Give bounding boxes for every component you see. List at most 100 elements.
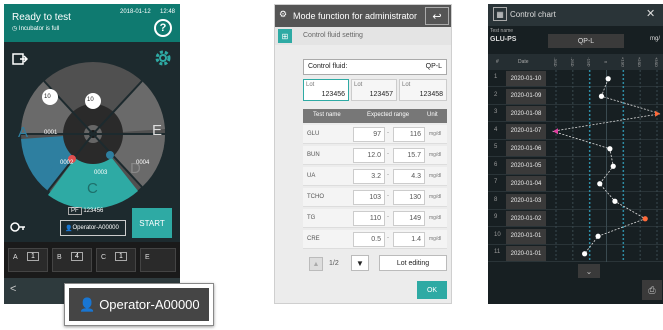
close-icon[interactable]: ✕ bbox=[646, 7, 655, 20]
range-high-input[interactable]: 130 bbox=[393, 190, 425, 205]
user-icon: 👤 bbox=[79, 296, 96, 312]
chart-title: Control chart bbox=[510, 10, 556, 19]
data-point[interactable] bbox=[642, 216, 648, 222]
page-indicator: 1/2 bbox=[329, 260, 339, 267]
operator-callout: 👤 Operator-A00000 bbox=[64, 283, 214, 326]
row-date: 2020-01-08 bbox=[506, 106, 546, 121]
row-date: 2020-01-05 bbox=[506, 158, 546, 174]
sub-header: ⊞ Control fluid setting bbox=[275, 27, 451, 45]
test-label: Test name bbox=[490, 28, 514, 34]
rack-panel-c[interactable]: C 1 bbox=[96, 248, 136, 272]
data-point[interactable] bbox=[582, 251, 588, 257]
row-number: 8 bbox=[494, 196, 498, 203]
pf-label: PF bbox=[68, 207, 82, 215]
status-header: Ready to test ◷ Incubator is full 2018-0… bbox=[4, 4, 180, 42]
range-high-input[interactable]: 4.3 bbox=[393, 169, 425, 184]
range-low-input[interactable]: 97 bbox=[353, 127, 385, 142]
range-high-input[interactable]: 1.4 bbox=[393, 232, 425, 247]
range-high-input[interactable]: 116 bbox=[393, 127, 425, 142]
section-label-b: B bbox=[44, 162, 55, 179]
help-button[interactable]: ? bbox=[154, 19, 172, 37]
slot-count-2: 10 bbox=[44, 94, 51, 100]
lot-tab-2[interactable]: Lot 123457 bbox=[351, 79, 397, 101]
control-fluid-label: Control fluid: bbox=[308, 63, 348, 70]
rack-strip: A 1 B 4 C 1 E bbox=[4, 242, 180, 278]
range-table-row: GLU 97-116 mg/dl bbox=[303, 125, 447, 144]
scroll-down-button[interactable]: ⌄ bbox=[578, 264, 600, 278]
section-label-c: C bbox=[87, 180, 98, 197]
data-point[interactable] bbox=[598, 93, 605, 99]
unit-cell: mg/dl bbox=[429, 131, 442, 137]
range-dash: - bbox=[387, 172, 389, 178]
range-low-input[interactable]: 103 bbox=[353, 190, 385, 205]
slot-id-2: 0002 bbox=[60, 160, 74, 166]
page-down-button[interactable]: ▼ bbox=[351, 255, 369, 271]
key-icon[interactable] bbox=[10, 220, 26, 234]
header-date: 2018-01-12 bbox=[120, 9, 151, 15]
lot-editing-button[interactable]: Lot editing bbox=[379, 255, 447, 271]
data-point[interactable] bbox=[612, 198, 618, 204]
admin-header: ⚙ Mode function for administrator ↩ bbox=[275, 5, 451, 27]
chart-header: ▦ Control chart ✕ bbox=[488, 4, 663, 26]
range-high-input[interactable]: 149 bbox=[393, 211, 425, 226]
sd-tick-label: +3SD bbox=[654, 57, 659, 67]
range-dash: - bbox=[387, 214, 389, 220]
row-date: 2020-01-06 bbox=[506, 141, 546, 156]
unit-cell: mg/dl bbox=[429, 236, 442, 242]
range-high-input[interactable]: 15.7 bbox=[393, 148, 425, 163]
rack-panel-e[interactable]: E bbox=[140, 248, 176, 272]
operator-field[interactable]: 👤 Operator-A00000 bbox=[60, 220, 126, 236]
lot-tab-3[interactable]: Lot 123458 bbox=[399, 79, 447, 101]
row-number: 9 bbox=[494, 214, 498, 220]
slot-id-4: 0004 bbox=[136, 160, 150, 166]
data-point[interactable] bbox=[610, 163, 616, 169]
data-point[interactable] bbox=[605, 76, 611, 82]
row-number: 3 bbox=[494, 109, 498, 115]
range-table-row: TCHO 103-130 mg/dl bbox=[303, 188, 447, 207]
range-low-input[interactable]: 3.2 bbox=[353, 169, 385, 184]
sd-tick-label: -3SD bbox=[553, 57, 558, 66]
control-chart-plot: -3SD -2SD -1SD 0 +1SD +2SD +3SD bbox=[552, 57, 661, 262]
range-table-row: CRE 0.5-1.4 mg/dl bbox=[303, 230, 447, 249]
user-icon: 👤 bbox=[65, 225, 73, 232]
data-point[interactable] bbox=[607, 146, 613, 152]
page-up-button[interactable]: ▲ bbox=[309, 257, 323, 271]
settings-icon: ⚙ bbox=[279, 9, 288, 19]
range-dash: - bbox=[387, 151, 389, 157]
incubator-status: ◷ Incubator is full bbox=[12, 25, 59, 32]
return-button[interactable]: ↩ bbox=[425, 7, 449, 25]
outlier-marker[interactable] bbox=[553, 128, 558, 135]
range-dash: - bbox=[387, 193, 389, 199]
range-low-input[interactable]: 12.0 bbox=[353, 148, 385, 163]
row-date: 2020-01-03 bbox=[506, 193, 546, 209]
row-number: 4 bbox=[494, 126, 498, 133]
row-number: 11 bbox=[494, 249, 501, 255]
section-label-e: E bbox=[152, 122, 163, 139]
back-arrow-icon[interactable]: < bbox=[10, 283, 16, 295]
ok-button[interactable]: OK bbox=[417, 281, 447, 299]
sd-tick-label: +1SD bbox=[620, 57, 625, 67]
subtitle: Control fluid setting bbox=[303, 32, 363, 39]
range-table-row: TG 110-149 mg/dl bbox=[303, 209, 447, 228]
range-low-input[interactable]: 0.5 bbox=[353, 232, 385, 247]
admin-title: Mode function for administrator bbox=[293, 11, 418, 21]
range-low-input[interactable]: 110 bbox=[353, 211, 385, 226]
row-date: 2020-01-01 bbox=[506, 228, 546, 244]
start-button[interactable]: START bbox=[132, 208, 172, 238]
row-number: 10 bbox=[494, 231, 501, 238]
control-fluid-field[interactable]: Control fluid: QP-L bbox=[303, 59, 447, 75]
rack-panel-a[interactable]: A 1 bbox=[8, 248, 48, 272]
data-point[interactable] bbox=[595, 233, 601, 239]
data-point[interactable] bbox=[597, 181, 603, 187]
fluid-select[interactable]: QP-L bbox=[548, 34, 624, 48]
test-name-cell: TCHO bbox=[307, 194, 324, 200]
operator-callout-body: 👤 Operator-A00000 bbox=[69, 288, 209, 321]
slot-count-1: 10 bbox=[87, 97, 94, 103]
analyzer-home-screen: Ready to test ◷ Incubator is full 2018-0… bbox=[4, 4, 180, 304]
rack-panel-b[interactable]: B 4 bbox=[52, 248, 92, 272]
pf-row: PF 123456 bbox=[68, 207, 103, 215]
print-icon[interactable]: ⎙ bbox=[642, 280, 662, 300]
range-table-row: UA 3.2-4.3 mg/dl bbox=[303, 167, 447, 186]
test-name-cell: CRE bbox=[307, 236, 320, 242]
lot-tab-1[interactable]: Lot 123456 bbox=[303, 79, 349, 101]
